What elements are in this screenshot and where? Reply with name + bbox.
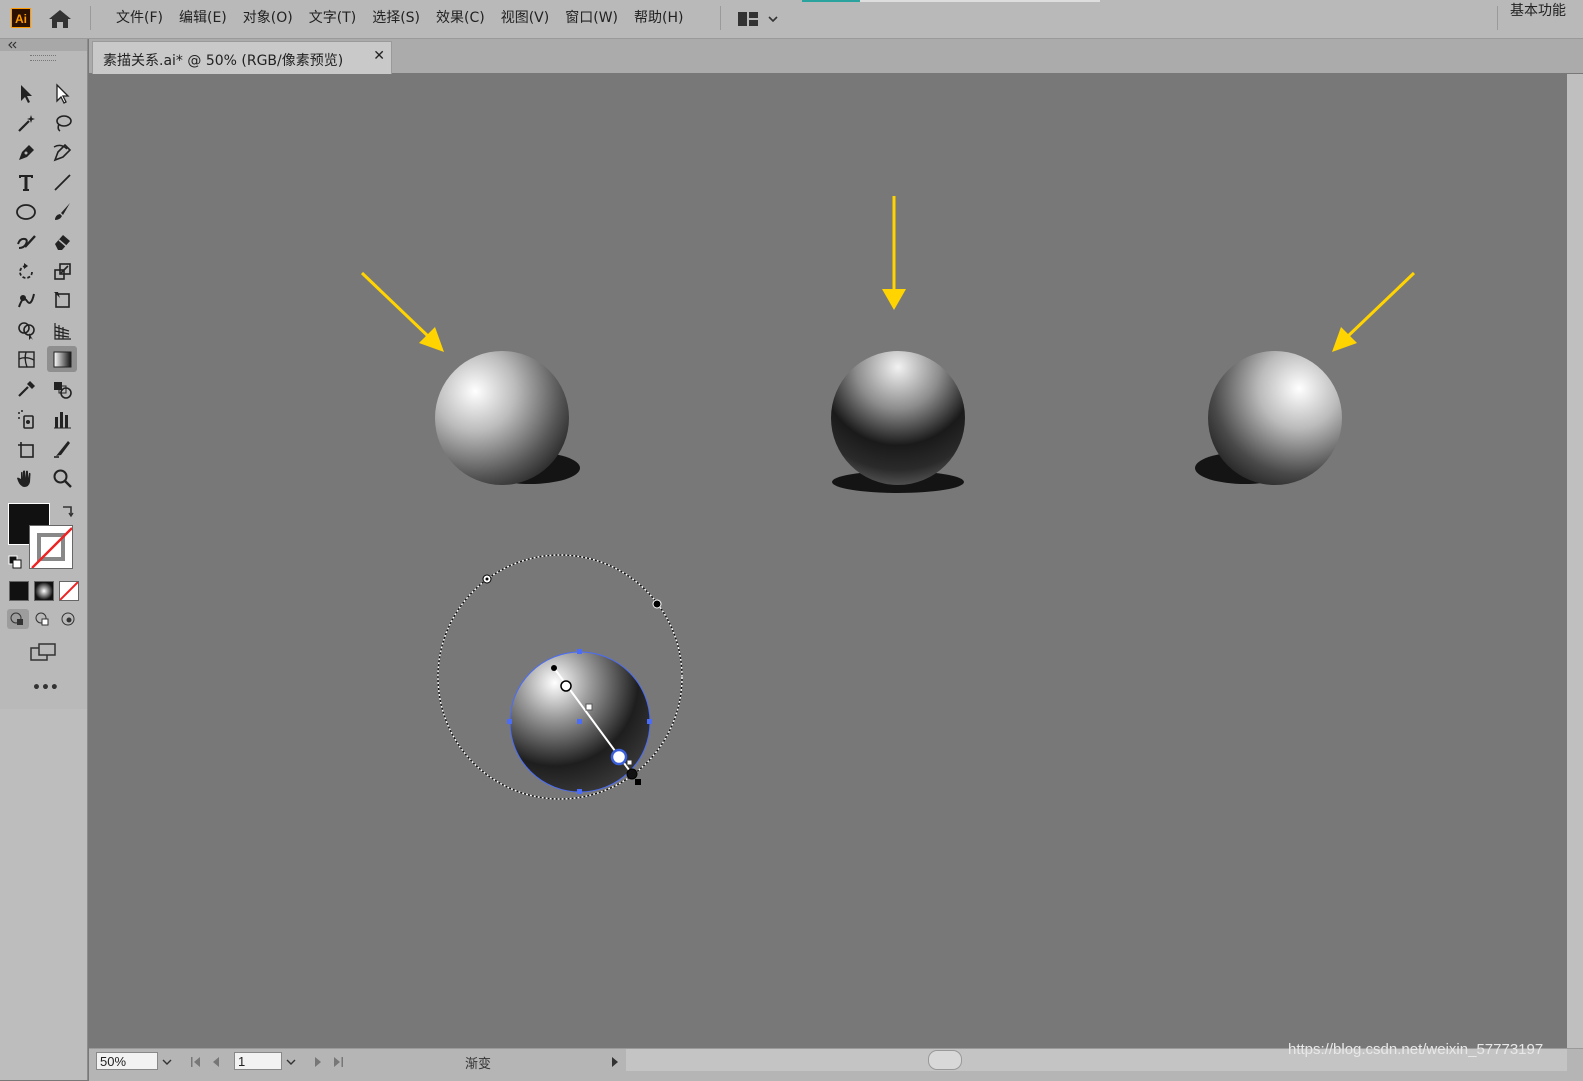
collapse-icon[interactable] [6, 40, 20, 50]
gradient-selected-stop[interactable] [610, 748, 628, 766]
menu-edit[interactable]: 编辑(E) [171, 0, 235, 36]
prev-artboard-icon[interactable] [208, 1054, 224, 1070]
document-tab[interactable]: 素描关系.ai* @ 50% (RGB/像素预览) ✕ [92, 41, 392, 74]
gradient-tool-icon[interactable] [47, 346, 77, 373]
menu-object[interactable]: 对象(O) [235, 0, 301, 36]
menu-window[interactable]: 窗口(W) [557, 0, 626, 36]
main-menu: 文件(F) 编辑(E) 对象(O) 文字(T) 选择(S) 效果(C) 视图(V… [108, 0, 691, 36]
eyedropper-tool-icon[interactable] [11, 376, 41, 402]
artboard-canvas[interactable] [89, 74, 1567, 1048]
slice-tool-icon[interactable] [47, 435, 77, 461]
arrange-documents-icon[interactable] [738, 10, 784, 28]
hand-tool-icon[interactable] [11, 465, 41, 491]
menu-bar: Ai 文件(F) 编辑(E) 对象(O) 文字(T) 选择(S) 效果(C) 视… [0, 0, 1583, 39]
draw-behind-button[interactable] [32, 609, 54, 629]
screen-mode-icon[interactable] [29, 642, 59, 664]
pen-tool-icon[interactable] [11, 139, 41, 165]
app-logo: Ai [11, 8, 31, 28]
zoom-tool-icon[interactable] [47, 465, 77, 491]
none-mode-button[interactable] [59, 581, 79, 601]
light-arrow-left [360, 271, 444, 352]
perspective-grid-tool-icon[interactable] [47, 317, 77, 343]
progress-accent [802, 0, 860, 2]
last-artboard-icon[interactable] [330, 1054, 346, 1070]
symbol-sprayer-tool-icon[interactable] [11, 406, 41, 432]
menu-file[interactable]: 文件(F) [108, 0, 171, 36]
sphere-left[interactable] [435, 351, 569, 485]
sphere-center[interactable] [831, 351, 965, 485]
panel-empty-area [0, 709, 88, 1080]
type-tool-icon[interactable] [11, 169, 41, 195]
gradient-origin-handle[interactable] [551, 665, 557, 671]
gradient-handle-small[interactable] [626, 759, 633, 766]
scale-tool-icon[interactable] [47, 258, 77, 284]
direct-selection-tool-icon[interactable] [47, 80, 77, 106]
paintbrush-tool-icon[interactable] [47, 198, 77, 224]
mesh-tool-icon[interactable] [11, 346, 41, 372]
zoom-dropdown-icon[interactable] [158, 1053, 176, 1071]
status-menu-icon[interactable] [607, 1054, 623, 1070]
light-arrow-right [1332, 271, 1416, 352]
eraser-tool-icon[interactable] [47, 228, 77, 254]
rotate-tool-icon[interactable] [11, 258, 41, 284]
selection-tool-icon[interactable] [11, 80, 41, 106]
gradient-end-stop[interactable] [626, 768, 638, 780]
gradient-resize-handle[interactable] [635, 779, 641, 785]
document-tab-title: 素描关系.ai* @ 50% (RGB/像素预览) [103, 53, 344, 69]
sphere-right[interactable] [1208, 351, 1342, 485]
tools-panel-header [0, 39, 87, 51]
gradient-aspect-dot-inner [485, 577, 489, 581]
vertical-scrollbar[interactable] [1567, 74, 1583, 1048]
gradient-start-stop[interactable] [560, 680, 572, 692]
menu-help[interactable]: 帮助(H) [626, 0, 691, 36]
home-icon[interactable] [47, 8, 73, 30]
horizontal-scroll-thumb[interactable] [928, 1050, 962, 1070]
ellipse-tool-icon[interactable] [11, 198, 41, 224]
gradient-midpoint[interactable] [585, 703, 593, 711]
artboard-number-field[interactable]: 1 [234, 1052, 282, 1070]
panel-grip[interactable] [30, 55, 56, 61]
workspace-switcher[interactable]: 基本功能 [1510, 0, 1566, 34]
menu-effect[interactable]: 效果(C) [428, 0, 493, 36]
shape-builder-tool-icon[interactable] [11, 317, 41, 343]
none-stroke-icon [31, 527, 72, 568]
menu-select[interactable]: 选择(S) [364, 0, 428, 36]
warp-tool-icon[interactable] [11, 287, 41, 313]
gradient-mode-button[interactable] [34, 581, 54, 601]
menu-type[interactable]: 文字(T) [301, 0, 364, 36]
menu-separator [720, 6, 721, 30]
next-artboard-icon[interactable] [310, 1054, 326, 1070]
curvature-tool-icon[interactable] [47, 139, 77, 165]
artboard-tool-icon[interactable] [11, 435, 41, 461]
color-mode-button[interactable] [9, 581, 29, 601]
gradient-radius-dot[interactable] [652, 599, 662, 609]
more-tools-button[interactable]: ••• [32, 680, 59, 696]
menu-view[interactable]: 视图(V) [493, 0, 558, 36]
close-tab-button[interactable]: ✕ [373, 48, 385, 64]
progress-track [860, 0, 1100, 2]
swap-fill-stroke-icon[interactable] [60, 503, 76, 519]
lasso-tool-icon[interactable] [47, 110, 77, 136]
stroke-swatch[interactable] [29, 525, 73, 569]
watermark-text: https://blog.csdn.net/weixin_57773197 [1288, 1041, 1544, 1058]
column-graph-tool-icon[interactable] [47, 406, 77, 432]
artboard-dropdown-icon[interactable] [282, 1053, 300, 1071]
status-current-tool: 渐变 [465, 1057, 492, 1072]
line-segment-tool-icon[interactable] [47, 169, 77, 195]
shaper-tool-icon[interactable] [11, 228, 41, 254]
magic-wand-tool-icon[interactable] [11, 110, 41, 136]
free-transform-tool-icon[interactable] [47, 287, 77, 313]
menu-separator [1497, 6, 1498, 30]
menu-separator [90, 6, 91, 30]
blend-tool-icon[interactable] [47, 376, 77, 402]
draw-normal-button[interactable] [7, 609, 29, 629]
default-fill-stroke-icon[interactable] [8, 554, 22, 569]
zoom-field[interactable]: 50% [96, 1052, 158, 1070]
draw-inside-button[interactable] [57, 609, 79, 629]
light-arrow-center [882, 196, 906, 310]
first-artboard-icon[interactable] [188, 1054, 204, 1070]
